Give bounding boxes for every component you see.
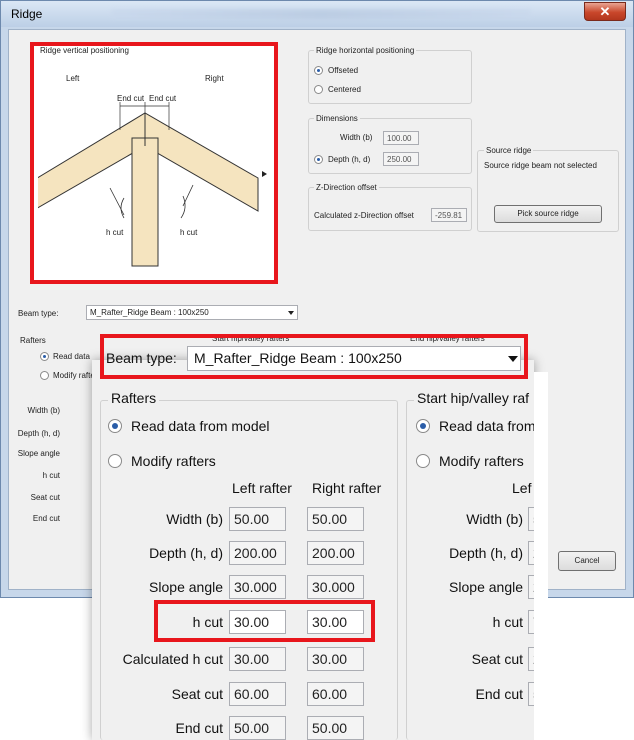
small-row-slope: Slope angle: [17, 449, 60, 458]
zoom-row-seat-right[interactable]: 60.00: [307, 682, 364, 706]
pick-source-ridge-button[interactable]: Pick source ridge: [494, 205, 602, 223]
zoom-row-calc-hcut-label: Calculated h cut: [122, 651, 223, 667]
cancel-button[interactable]: Cancel: [558, 551, 616, 571]
dim-depth-field[interactable]: 250.00: [383, 152, 419, 166]
zoom-row-calc-hcut-right: 30.00: [307, 647, 364, 671]
zoom-read-label: Read data from model: [131, 418, 270, 434]
small-row-depth: Depth (h, d): [17, 429, 60, 438]
horizontal-group-label: Ridge horizontal positioning: [314, 46, 417, 55]
zoom-start-hip-label: Start hip/valley raf: [414, 390, 536, 406]
small-modify-label: Modify rafte: [53, 371, 95, 380]
zoom-row-width-left[interactable]: 50.00: [229, 507, 286, 531]
beam-type-select-small[interactable]: M_Rafter_Ridge Beam : 100x250: [86, 305, 298, 320]
dim-width-label: Width (b): [340, 133, 373, 142]
horizontal-group: [308, 50, 472, 104]
zoom-row-end-label: End cut: [175, 720, 223, 736]
zoom-start-read-radio[interactable]: [416, 419, 430, 433]
zoom-col-right: Right rafter: [312, 480, 382, 496]
offseted-radio[interactable]: [314, 66, 323, 75]
beam-type-highlight: [100, 334, 528, 379]
zoom-start-read-label: Read data from: [439, 418, 536, 434]
zoom-start-width-label: Width (b): [466, 511, 523, 527]
dim-width-field[interactable]: 100.00: [383, 131, 419, 145]
small-row-width: Width (b): [27, 406, 60, 415]
zoom-start-depth-label: Depth (h, d): [449, 545, 523, 561]
zoom-row-seat-label: Seat cut: [171, 686, 223, 702]
zoom-start-slope-label: Slope angle: [449, 579, 523, 595]
zoom-row-end-left[interactable]: 50.00: [229, 716, 286, 740]
source-status: Source ridge beam not selected: [484, 161, 597, 170]
close-button[interactable]: ✕: [584, 2, 626, 21]
centered-radio[interactable]: [314, 85, 323, 94]
source-group-label: Source ridge: [484, 146, 534, 155]
zoom-row-slope-label: Slope angle: [149, 579, 223, 595]
dimensions-group-label: Dimensions: [314, 114, 360, 123]
blurred-title-text: [111, 9, 531, 19]
beam-type-label-small: Beam type:: [18, 309, 59, 318]
dim-depth-label: Depth (h, d): [328, 155, 371, 164]
small-modify-radio[interactable]: [40, 371, 49, 380]
zoom-start-hcut-label: h cut: [492, 614, 523, 630]
zoom-col-left: Left rafter: [232, 480, 292, 496]
zoom-row-depth-label: Depth (h, d): [149, 545, 223, 561]
zoom-row-width-label: Width (b): [166, 511, 223, 527]
zoom-start-seat-label: Seat cut: [471, 651, 523, 667]
offseted-label: Offseted: [328, 66, 359, 75]
small-read-radio[interactable]: [40, 352, 49, 361]
zoom-read-radio[interactable]: [108, 419, 122, 433]
zoom-row-depth-right[interactable]: 200.00: [307, 541, 364, 565]
zoom-start-col: Lef: [512, 480, 532, 496]
zoom-start-modify-label: Modify rafters: [439, 453, 524, 469]
zoom-row-end-right[interactable]: 50.00: [307, 716, 364, 740]
zoom-start-modify-radio[interactable]: [416, 454, 430, 468]
zoom-row-slope-right[interactable]: 30.000: [307, 575, 364, 599]
beam-type-small-chevron-icon: [288, 311, 294, 315]
diagram-highlight: [30, 42, 278, 284]
zoom-row-width-right[interactable]: 50.00: [307, 507, 364, 531]
zoom-row-slope-left[interactable]: 30.000: [229, 575, 286, 599]
zoom-right-clip: [534, 372, 548, 740]
zoom-start-end-label: End cut: [475, 686, 523, 702]
small-read-label: Read data: [53, 352, 90, 361]
zdir-calc-label: Calculated z-Direction offset: [314, 211, 414, 220]
h-cut-highlight: [154, 600, 375, 642]
window-title: Ridge: [11, 7, 43, 21]
zdir-calc-field: -259.81: [431, 208, 467, 222]
zdir-group-label: Z-Direction offset: [314, 183, 379, 192]
zoom-rafters-label: Rafters: [108, 390, 160, 406]
zoom-row-calc-hcut-left: 30.00: [229, 647, 286, 671]
small-row-seat: Seat cut: [30, 493, 60, 502]
zoom-row-depth-left[interactable]: 200.00: [229, 541, 286, 565]
depth-radio[interactable]: [314, 155, 323, 164]
centered-label: Centered: [328, 85, 361, 94]
zoom-row-seat-left[interactable]: 60.00: [229, 682, 286, 706]
small-row-end: End cut: [32, 514, 60, 523]
zoom-modify-radio[interactable]: [108, 454, 122, 468]
small-row-hcut: h cut: [42, 471, 60, 480]
small-rafters-label: Rafters: [20, 336, 46, 345]
zoom-modify-label: Modify rafters: [131, 453, 216, 469]
